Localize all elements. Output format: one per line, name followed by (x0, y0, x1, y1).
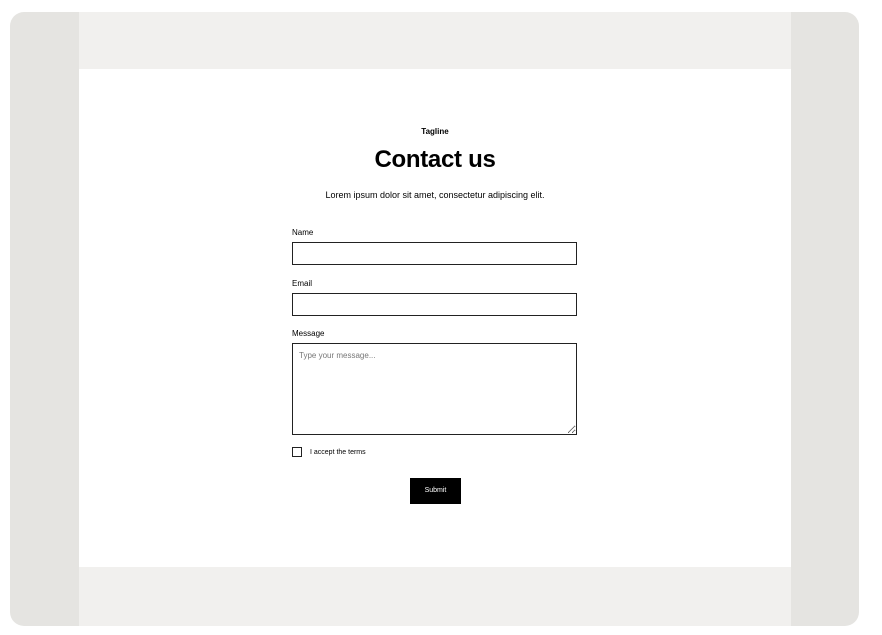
email-label: Email (292, 279, 313, 288)
page-title: Contact us (374, 146, 496, 173)
contact-section: Tagline Contact us Lorem ipsum dolor sit… (79, 69, 791, 567)
terms-label[interactable]: I accept the terms (310, 448, 366, 457)
submit-button[interactable]: Submit (410, 478, 461, 504)
message-textarea[interactable] (292, 343, 577, 435)
message-label: Message (292, 329, 325, 338)
page-subtitle: Lorem ipsum dolor sit amet, consectetur … (325, 190, 545, 200)
page-canvas: Tagline Contact us Lorem ipsum dolor sit… (79, 12, 791, 626)
app-frame: Tagline Contact us Lorem ipsum dolor sit… (10, 12, 859, 626)
name-input[interactable] (292, 242, 577, 265)
email-input[interactable] (292, 293, 577, 316)
name-label: Name (292, 228, 314, 237)
terms-checkbox[interactable] (292, 447, 302, 457)
tagline: Tagline (421, 127, 449, 136)
